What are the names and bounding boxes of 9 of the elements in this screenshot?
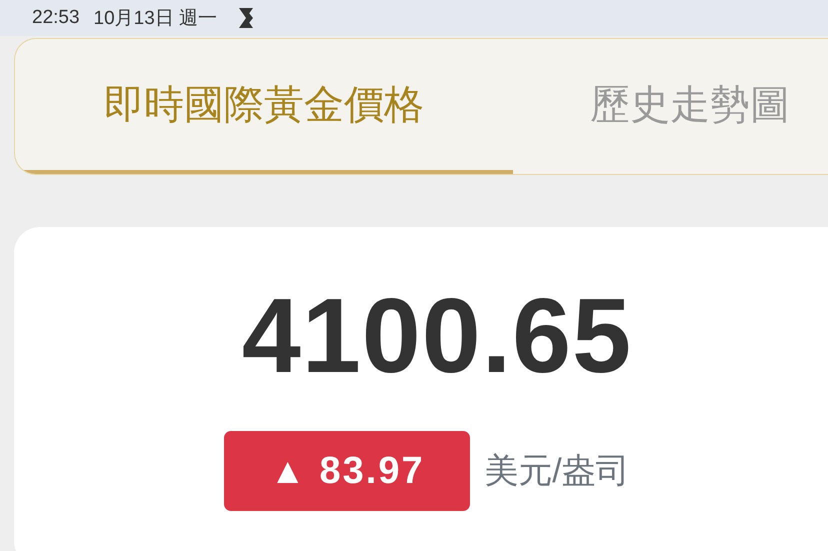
tab[interactable]: 歷史走勢圖: [513, 39, 828, 174]
up-arrow: ▲: [270, 453, 306, 489]
status-date: 10月13日 週一: [94, 7, 218, 31]
price-value: 4100.65: [242, 283, 632, 389]
tab[interactable]: 即時國際黃金價格: [15, 39, 513, 174]
change-value: 83.97: [320, 450, 425, 492]
status-time: 22:53: [32, 7, 80, 29]
hourglass-icon: [237, 7, 256, 29]
price-unit: 美元/盎司: [484, 451, 630, 492]
